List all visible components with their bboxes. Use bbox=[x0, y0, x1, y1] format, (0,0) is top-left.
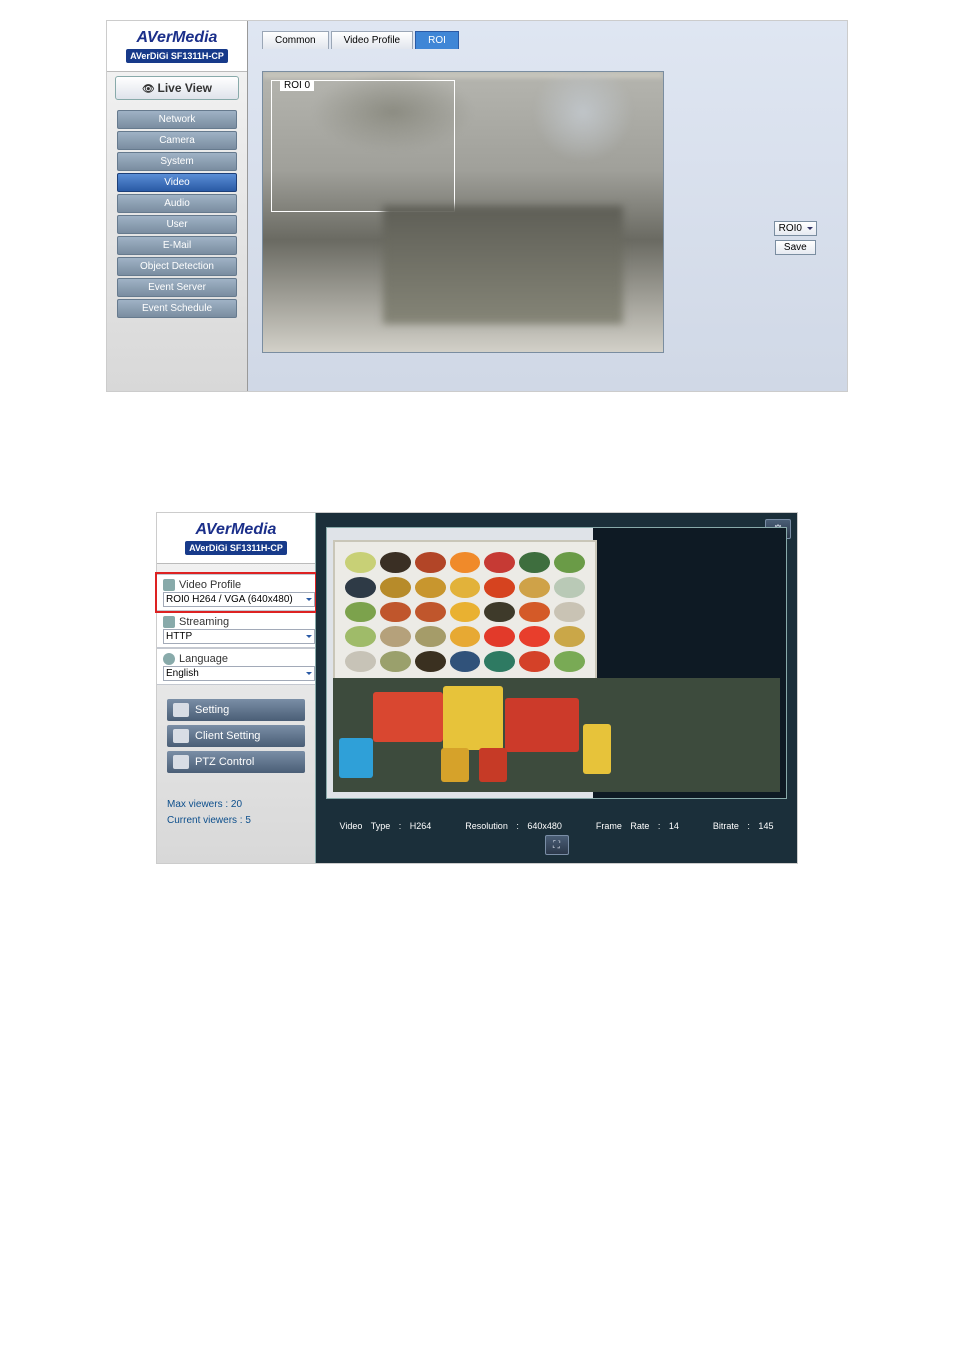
nav-item-object-detection[interactable]: Object Detection bbox=[117, 257, 237, 276]
liveview-sidebar: AVerMedia AVerDiGi SF1311H-CP Video Prof… bbox=[157, 513, 316, 863]
lang-icon bbox=[163, 653, 175, 665]
logo-text: AVerMedia bbox=[117, 29, 237, 47]
video-tabs: CommonVideo ProfileROI bbox=[262, 31, 837, 49]
nav-item-system[interactable]: System bbox=[117, 152, 237, 171]
save-button[interactable]: Save bbox=[775, 240, 816, 255]
settings-sidebar: AVerMedia AVerDiGi SF1311H-CP Live View … bbox=[107, 21, 248, 391]
nav-item-audio[interactable]: Audio bbox=[117, 194, 237, 213]
fullscreen-icon[interactable]: ⛶ bbox=[545, 835, 569, 855]
roi-content: CommonVideo ProfileROI ROI 0 ROI0 Save bbox=[248, 21, 847, 391]
status-resolution: Resolution : 640x480 bbox=[465, 821, 562, 831]
status-bitrate: Bitrate : 145 bbox=[713, 821, 774, 831]
video-profile-label: Video Profile bbox=[163, 578, 309, 592]
max-viewers: Max viewers : 20 bbox=[167, 797, 305, 813]
live-view-button[interactable]: Live View bbox=[115, 76, 239, 100]
tab-video-profile[interactable]: Video Profile bbox=[331, 31, 414, 49]
viewer-info: Max viewers : 20 Current viewers : 5 bbox=[157, 787, 315, 839]
client-setting-button[interactable]: Client Setting bbox=[167, 725, 305, 747]
status-video-type: Video Type : H264 bbox=[340, 821, 432, 831]
brand-logo: AVerMedia AVerDiGi SF1311H-CP bbox=[107, 21, 247, 72]
video-profile-section: Video Profile ROI0 H264 / VGA (640x480) bbox=[157, 574, 315, 611]
button-icon bbox=[173, 755, 189, 769]
nav-item-e-mail[interactable]: E-Mail bbox=[117, 236, 237, 255]
roi-settings-panel: AVerMedia AVerDiGi SF1311H-CP Live View … bbox=[106, 20, 848, 392]
liveview-panel: AVerMedia AVerDiGi SF1311H-CP Video Prof… bbox=[156, 512, 798, 864]
nav-item-event-schedule[interactable]: Event Schedule bbox=[117, 299, 237, 318]
preview-image[interactable]: ROI 0 bbox=[262, 71, 664, 353]
logo-text: AVerMedia bbox=[167, 521, 305, 539]
brand-logo: AVerMedia AVerDiGi SF1311H-CP bbox=[157, 513, 315, 564]
nav-item-user[interactable]: User bbox=[117, 215, 237, 234]
nav-item-network[interactable]: Network bbox=[117, 110, 237, 129]
button-icon bbox=[173, 703, 189, 717]
tab-roi[interactable]: ROI bbox=[415, 31, 459, 49]
settings-nav: Network Camera System Video Audio User E-Mail O… bbox=[107, 104, 247, 324]
profile-icon bbox=[163, 579, 175, 591]
roi-box[interactable]: ROI 0 bbox=[271, 80, 455, 212]
language-label: Language bbox=[163, 652, 309, 666]
streaming-label: Streaming bbox=[163, 615, 309, 629]
roi-controls: ROI0 Save bbox=[774, 221, 817, 255]
nav-item-video[interactable]: Video bbox=[117, 173, 237, 192]
language-section: Language English bbox=[157, 648, 315, 685]
tab-common[interactable]: Common bbox=[262, 31, 329, 49]
roi-label: ROI 0 bbox=[280, 80, 314, 91]
language-select[interactable]: English bbox=[163, 666, 315, 681]
video-profile-select[interactable]: ROI0 H264 / VGA (640x480) bbox=[163, 592, 315, 607]
button-icon bbox=[173, 729, 189, 743]
liveview-content: ⚙ Video Type : H264 Resolution : 640x480… bbox=[316, 513, 797, 863]
nav-item-event-server[interactable]: Event Server bbox=[117, 278, 237, 297]
live-video[interactable] bbox=[326, 527, 787, 799]
logo-model: AVerDiGi SF1311H-CP bbox=[126, 49, 228, 63]
streaming-select[interactable]: HTTP bbox=[163, 629, 315, 644]
nav-item-camera[interactable]: Camera bbox=[117, 131, 237, 150]
streaming-section: Streaming HTTP bbox=[157, 611, 315, 648]
sidebar-buttons: Setting Client Setting PTZ Control bbox=[157, 685, 315, 787]
stream-icon bbox=[163, 616, 175, 628]
status-frame-rate: Frame Rate : 14 bbox=[596, 821, 679, 831]
ptz-control-button[interactable]: PTZ Control bbox=[167, 751, 305, 773]
current-viewers: Current viewers : 5 bbox=[167, 813, 305, 829]
setting-button[interactable]: Setting bbox=[167, 699, 305, 721]
board-decor bbox=[333, 540, 597, 684]
status-bar: Video Type : H264 Resolution : 640x480 F… bbox=[316, 821, 797, 831]
logo-model: AVerDiGi SF1311H-CP bbox=[185, 541, 287, 555]
roi-select[interactable]: ROI0 bbox=[774, 221, 817, 236]
